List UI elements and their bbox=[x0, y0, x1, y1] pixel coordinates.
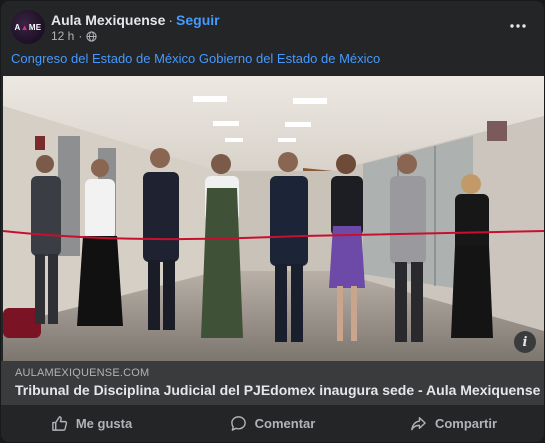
comment-label: Comentar bbox=[254, 416, 316, 431]
share-label: Compartir bbox=[434, 416, 498, 431]
post-actions: Me gusta Comentar Compartir bbox=[1, 405, 544, 442]
author-name[interactable]: Aula Mexiquense bbox=[51, 12, 165, 28]
more-horizontal-icon bbox=[510, 24, 526, 28]
like-label: Me gusta bbox=[75, 416, 133, 431]
separator-dot: · bbox=[78, 29, 83, 43]
follow-button[interactable]: Seguir bbox=[176, 12, 220, 28]
author-line: Aula Mexiquense · Seguir bbox=[51, 11, 220, 29]
post-card: A▲ME Aula Mexiquense · Seguir 12 h · Congr… bbox=[1, 1, 544, 442]
link-domain: AULAMEXIQUENSE.COM bbox=[15, 367, 150, 379]
info-button[interactable]: i bbox=[514, 331, 536, 353]
comment-icon bbox=[230, 416, 246, 431]
comment-button[interactable]: Comentar bbox=[182, 409, 363, 439]
globe-icon[interactable] bbox=[86, 30, 97, 42]
post-meta: 12 h · bbox=[51, 29, 97, 43]
share-button[interactable]: Compartir bbox=[363, 409, 544, 439]
post-caption[interactable]: Congreso del Estado de México Gobierno d… bbox=[11, 51, 380, 66]
separator-dot: · bbox=[168, 12, 174, 28]
more-options-button[interactable] bbox=[508, 16, 528, 36]
like-button[interactable]: Me gusta bbox=[1, 409, 182, 439]
avatar-logo-text: A▲ME bbox=[14, 22, 42, 32]
link-title[interactable]: Tribunal de Disciplina Judicial del PJEd… bbox=[15, 382, 540, 398]
link-preview[interactable]: AULAMEXIQUENSE.COM Tribunal de Disciplin… bbox=[1, 361, 544, 405]
post-timestamp[interactable]: 12 h bbox=[51, 29, 74, 43]
info-icon: i bbox=[522, 334, 528, 350]
avatar[interactable]: A▲ME bbox=[11, 10, 45, 44]
ribbon-cutting-photo bbox=[3, 76, 544, 361]
share-icon bbox=[411, 417, 426, 431]
post-header: A▲ME Aula Mexiquense · Seguir 12 h · bbox=[11, 10, 534, 46]
thumbs-up-icon bbox=[52, 416, 67, 431]
post-photo[interactable]: i bbox=[3, 76, 544, 361]
